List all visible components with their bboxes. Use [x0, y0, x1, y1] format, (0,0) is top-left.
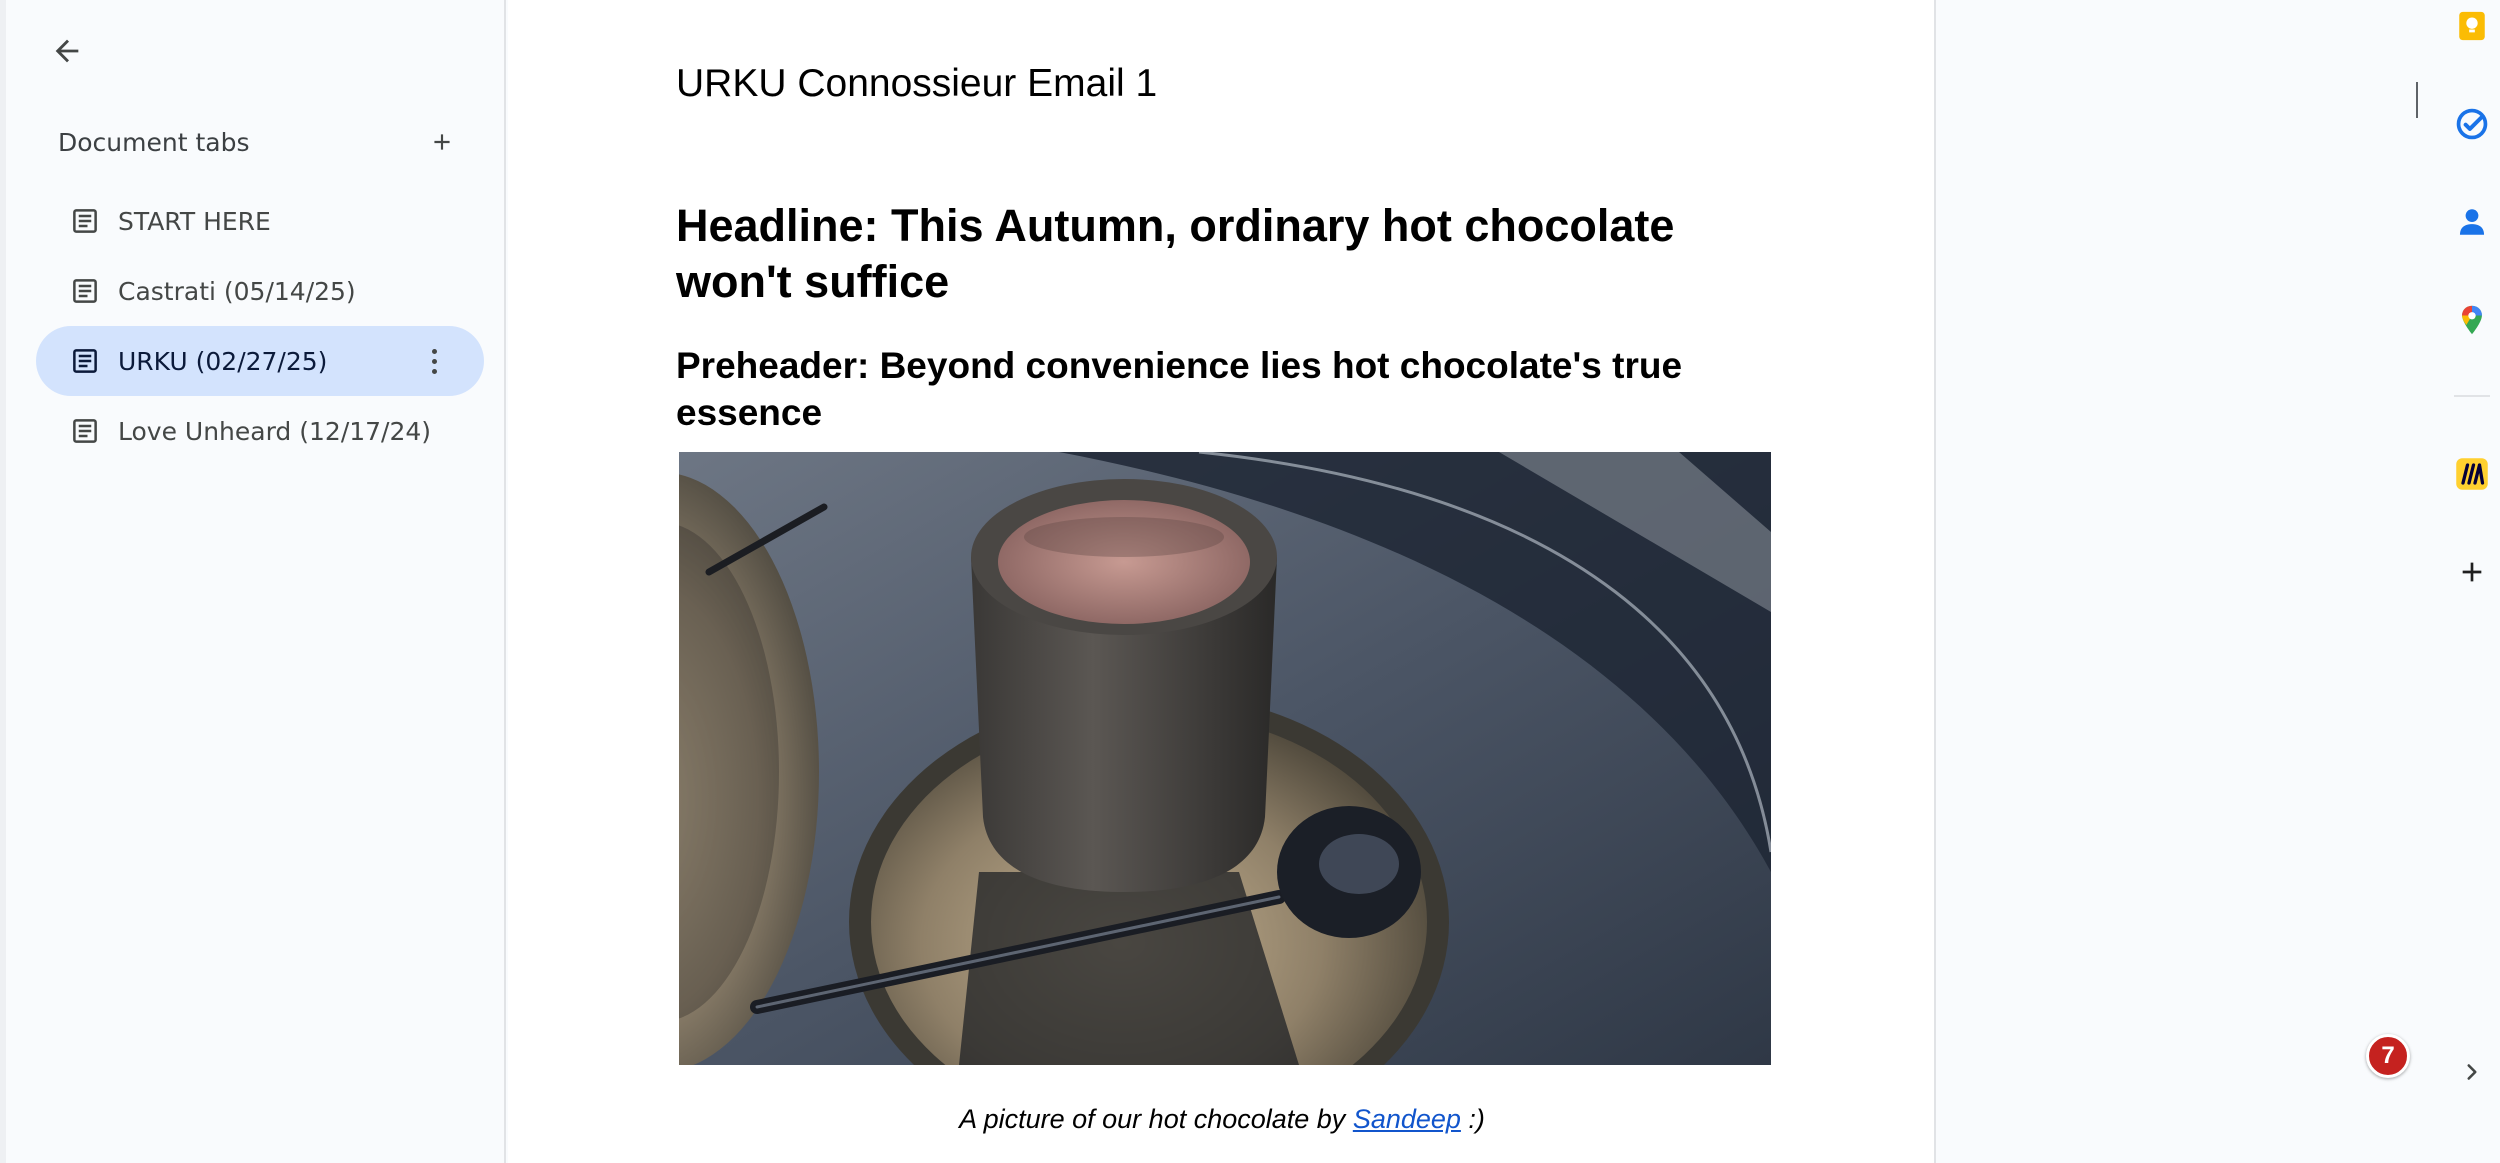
keep-icon[interactable] [2454, 8, 2490, 44]
notification-badge[interactable]: 7 [2366, 1034, 2410, 1078]
caption-suffix: :) [1460, 1104, 1485, 1134]
document-icon [73, 419, 97, 443]
hot-chocolate-image[interactable] [679, 452, 1771, 1065]
tab-urku[interactable]: URKU (02/27/25) [36, 326, 484, 396]
text-cursor [2416, 82, 2418, 118]
miro-icon[interactable] [2454, 456, 2490, 492]
tab-label: Castrati (05/14/25) [118, 276, 356, 306]
contacts-icon[interactable] [2454, 204, 2490, 240]
document-tabs-sidebar: Document tabs START HERE Castrati (05/14… [0, 0, 506, 1163]
headline-text[interactable]: Headline: This Autumn, ordinary hot choc… [676, 198, 1746, 310]
tab-castrati[interactable]: Castrati (05/14/25) [36, 256, 484, 326]
document-icon [73, 349, 97, 373]
side-panel [2440, 0, 2500, 1163]
tab-love-unheard[interactable]: Love Unheard (12/17/24) [36, 396, 484, 466]
document-tabs-header: Document tabs [58, 122, 458, 162]
image-caption: A picture of our hot chocolate by Sandee… [672, 1104, 1772, 1135]
expand-side-panel-button[interactable] [2456, 1054, 2488, 1090]
add-tab-button[interactable] [422, 122, 462, 162]
tab-label: START HERE [118, 206, 271, 236]
plus-icon [434, 134, 450, 150]
document-icon [73, 209, 97, 233]
arrow-back-icon [55, 39, 79, 63]
back-button[interactable] [42, 26, 92, 76]
sandeep-link[interactable]: Sandeep [1353, 1104, 1461, 1134]
document-title[interactable]: URKU Connossieur Email 1 [676, 62, 1157, 106]
maps-icon[interactable] [2454, 302, 2490, 338]
document-page[interactable]: URKU Connossieur Email 1 Headline: This … [508, 0, 1936, 1163]
tasks-icon[interactable] [2454, 106, 2490, 142]
document-tabs-title: Document tabs [58, 127, 250, 157]
tab-label: URKU (02/27/25) [118, 346, 328, 376]
tab-label: Love Unheard (12/17/24) [118, 416, 432, 446]
chevron-right-icon [2467, 1064, 2477, 1080]
more-options-icon[interactable] [418, 345, 450, 377]
tab-start-here[interactable]: START HERE [36, 186, 484, 256]
preheader-text[interactable]: Preheader: Beyond convenience lies hot c… [676, 342, 1706, 436]
caption-text: A picture of our hot chocolate by [959, 1104, 1353, 1134]
side-panel-divider [2454, 395, 2490, 397]
add-addon-icon[interactable] [2454, 554, 2490, 590]
document-icon [73, 279, 97, 303]
